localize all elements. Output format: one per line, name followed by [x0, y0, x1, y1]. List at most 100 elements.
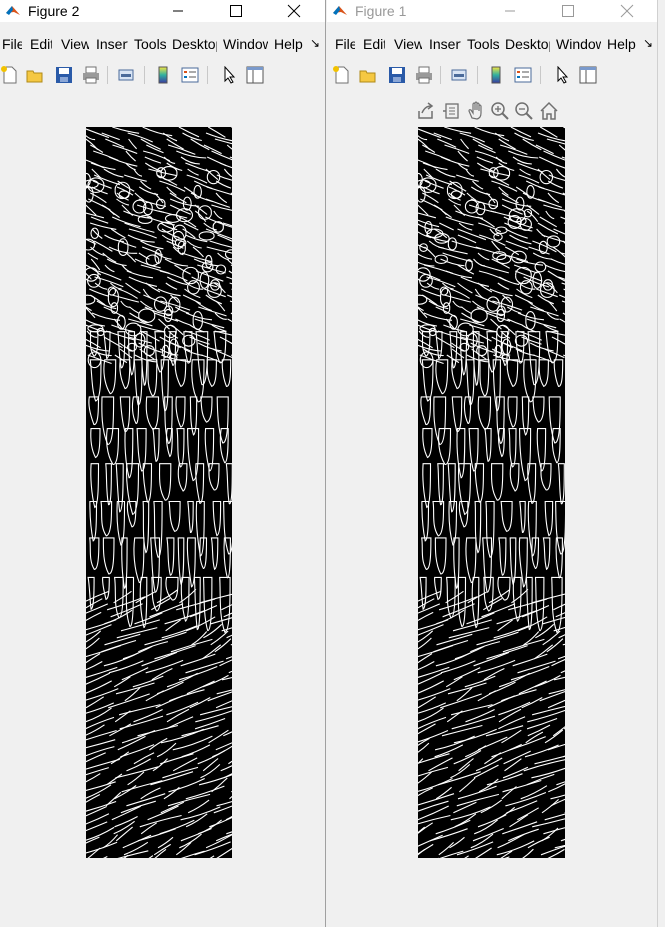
edge-contour: [225, 463, 232, 505]
edge-contour: [212, 500, 222, 537]
edge-contour: [115, 766, 159, 779]
colorbar-icon[interactable]: [153, 65, 173, 85]
edge-contour: [128, 336, 153, 344]
menu-tools[interactable]: Tools: [467, 36, 499, 52]
edge-contour: [540, 463, 552, 491]
menu-desktop[interactable]: Desktop: [172, 36, 217, 52]
pan-hand-icon[interactable]: [465, 100, 487, 122]
edge-contour: [534, 261, 547, 273]
menu-file[interactable]: File: [335, 36, 355, 52]
new-figure-icon[interactable]: [0, 65, 20, 85]
zoom-in-icon[interactable]: [489, 100, 511, 122]
link-plot-icon[interactable]: [449, 65, 469, 85]
menu-view[interactable]: View: [394, 36, 422, 52]
menu-tools[interactable]: Tools: [134, 36, 166, 52]
print-icon[interactable]: [81, 65, 101, 85]
edge-contour: [457, 282, 473, 294]
edge-image-plot[interactable]: [86, 127, 232, 858]
edge-contour: [231, 127, 232, 128]
edge-contour: [86, 813, 110, 825]
menu-overflow-icon[interactable]: ↘: [643, 36, 653, 50]
colorbar-icon[interactable]: [486, 65, 506, 85]
figure-1-titlebar[interactable]: Figure 1: [327, 0, 665, 22]
edge-contour: [544, 348, 565, 359]
edge-contour: [550, 258, 565, 265]
edge-contour: [89, 359, 102, 402]
edge-image-plot[interactable]: [418, 127, 565, 858]
menu-edit[interactable]: Edit: [363, 36, 385, 52]
edge-contour: [439, 222, 454, 231]
open-file-icon[interactable]: [25, 65, 45, 85]
edge-contour: [458, 500, 469, 528]
close-button[interactable]: [274, 0, 314, 22]
menu-bar: File Edit View Insert Tools Desktop Wind…: [327, 34, 665, 56]
minimize-button[interactable]: [490, 0, 530, 22]
brush-icon[interactable]: [440, 100, 462, 122]
edge-contour: [166, 537, 175, 576]
edge-contour: [477, 282, 493, 293]
edit-plot-pointer-icon[interactable]: [552, 65, 572, 85]
figure-2-window: Figure 2 File Edit View Insert Tools Des…: [0, 0, 326, 927]
maximize-button[interactable]: [216, 0, 256, 22]
menu-view[interactable]: View: [61, 36, 89, 52]
menu-help[interactable]: Help: [274, 36, 303, 52]
edge-contour: [194, 318, 225, 329]
menu-help[interactable]: Help: [607, 36, 636, 52]
edge-contour: [485, 725, 524, 737]
zoom-out-icon[interactable]: [513, 100, 535, 122]
edge-contour: [189, 396, 198, 436]
menu-desktop[interactable]: Desktop: [505, 36, 550, 52]
legend-icon[interactable]: [513, 65, 533, 85]
edge-contour: [418, 688, 451, 701]
menu-insert[interactable]: Insert: [96, 36, 128, 52]
home-icon[interactable]: [538, 100, 560, 122]
menu-insert[interactable]: Insert: [429, 36, 461, 52]
edge-contour: [86, 294, 96, 305]
edge-contour: [447, 237, 457, 251]
edge-contour: [203, 144, 222, 155]
edge-contour: [157, 836, 174, 849]
print-icon[interactable]: [414, 65, 434, 85]
edge-contour: [226, 144, 232, 150]
edge-contour: [106, 773, 123, 786]
edge-contour: [521, 396, 530, 436]
edge-contour: [89, 537, 100, 570]
maximize-button[interactable]: [548, 0, 588, 22]
menu-edit[interactable]: Edit: [30, 36, 52, 52]
edge-contour: [498, 716, 526, 730]
open-file-icon[interactable]: [358, 65, 378, 85]
menu-overflow-icon[interactable]: ↘: [310, 36, 320, 50]
menu-file[interactable]: File: [2, 36, 22, 52]
edge-contour: [418, 800, 449, 812]
edge-contour: [477, 690, 496, 702]
edge-contour: [421, 288, 442, 297]
edge-contour: [509, 463, 520, 492]
edge-contour: [441, 210, 452, 219]
menu-window[interactable]: Window: [223, 36, 268, 52]
edge-contour: [177, 463, 188, 492]
edge-contour: [205, 216, 232, 228]
save-icon[interactable]: [54, 65, 74, 85]
edge-contour: [457, 162, 468, 171]
window-title: Figure 1: [355, 3, 407, 19]
edge-contour: [180, 156, 200, 165]
property-inspector-icon[interactable]: [578, 65, 598, 85]
edge-contour: [537, 198, 562, 208]
edge-contour: [230, 312, 232, 315]
new-figure-icon[interactable]: [332, 65, 352, 85]
edge-contour: [522, 848, 534, 858]
menu-window[interactable]: Window: [556, 36, 601, 52]
legend-icon[interactable]: [180, 65, 200, 85]
figure-2-titlebar[interactable]: Figure 2: [0, 0, 325, 22]
edit-plot-pointer-icon[interactable]: [219, 65, 239, 85]
edge-contour: [185, 312, 213, 321]
save-icon[interactable]: [387, 65, 407, 85]
minimize-button[interactable]: [158, 0, 198, 22]
link-plot-icon[interactable]: [116, 65, 136, 85]
close-button[interactable]: [607, 0, 647, 22]
edge-contour: [199, 593, 232, 604]
property-inspector-icon[interactable]: [245, 65, 265, 85]
edge-contour: [465, 709, 495, 723]
export-icon[interactable]: [415, 100, 437, 122]
edge-contour: [562, 755, 565, 758]
